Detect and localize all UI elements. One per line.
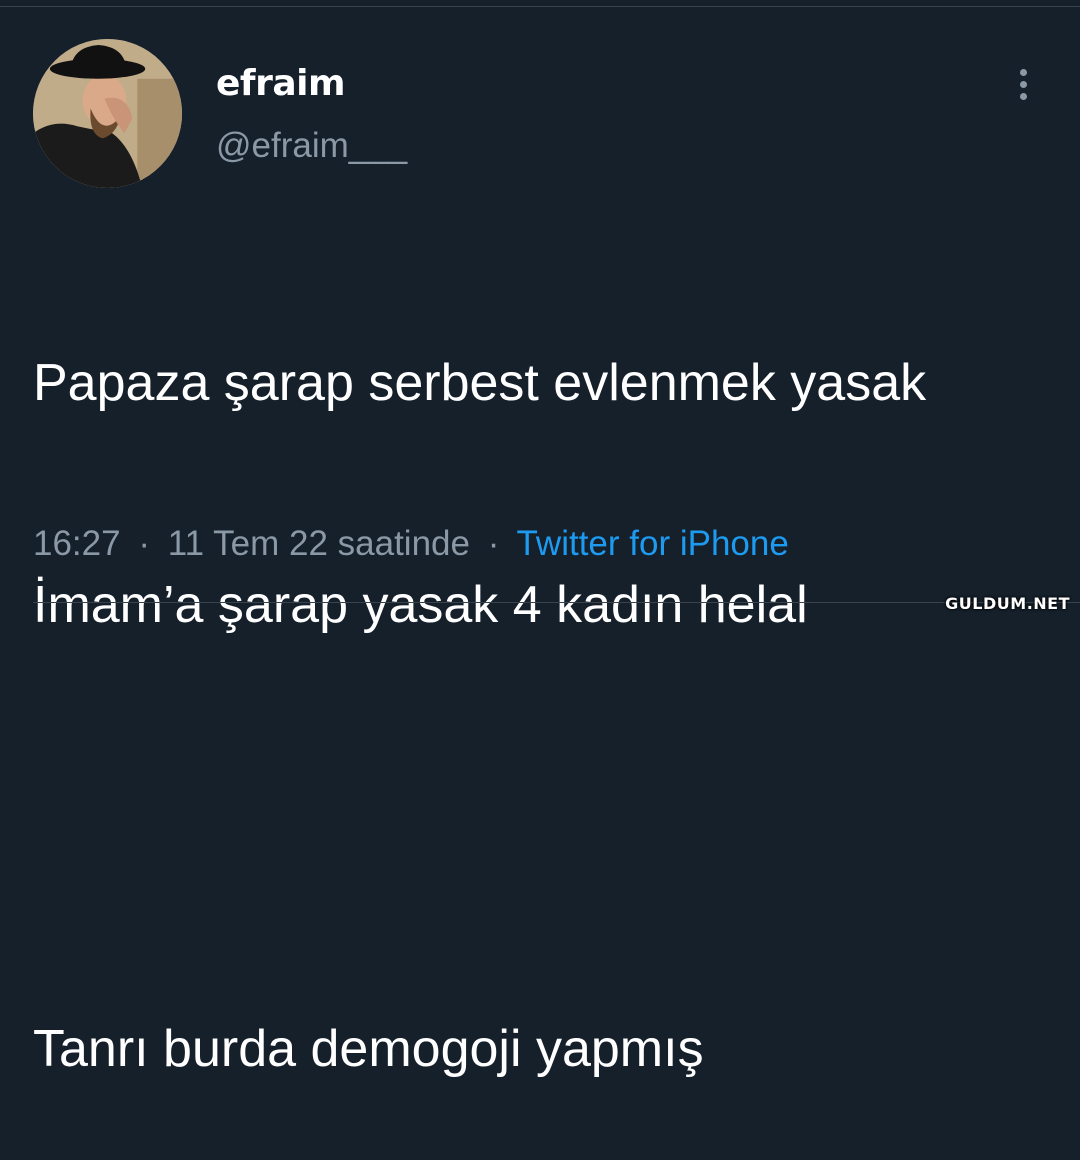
- tweet-line: [33, 790, 1063, 864]
- bottom-divider: [33, 602, 1080, 603]
- tweet-source-link[interactable]: Twitter for iPhone: [516, 524, 788, 563]
- meta-separator: ·: [138, 524, 150, 563]
- tweet-line: İmam’a şarap yasak 4 kadın helal: [33, 576, 808, 634]
- tweet-line: Tanrı burda demogoji yapmış: [33, 1020, 704, 1078]
- top-divider: [0, 6, 1080, 7]
- tweet-date[interactable]: 11 Tem 22 saatinde: [168, 524, 470, 563]
- watermark: GULDUM.NET: [945, 594, 1070, 613]
- avatar[interactable]: [33, 39, 182, 188]
- tweet-time[interactable]: 16:27: [33, 524, 121, 563]
- avatar-image: [33, 39, 182, 188]
- display-name[interactable]: efraim: [216, 63, 345, 104]
- user-handle[interactable]: @efraim___: [216, 126, 407, 166]
- tweet-line: Papaza şarap serbest evlenmek yasak: [33, 354, 927, 412]
- tweet-meta: 16:27 · 11 Tem 22 saatinde · Twitter for…: [33, 524, 789, 564]
- more-options-button[interactable]: [1006, 64, 1042, 104]
- meta-separator: ·: [487, 524, 500, 563]
- tweet-text: Papaza şarap serbest evlenmek yasak İmam…: [33, 198, 1063, 1160]
